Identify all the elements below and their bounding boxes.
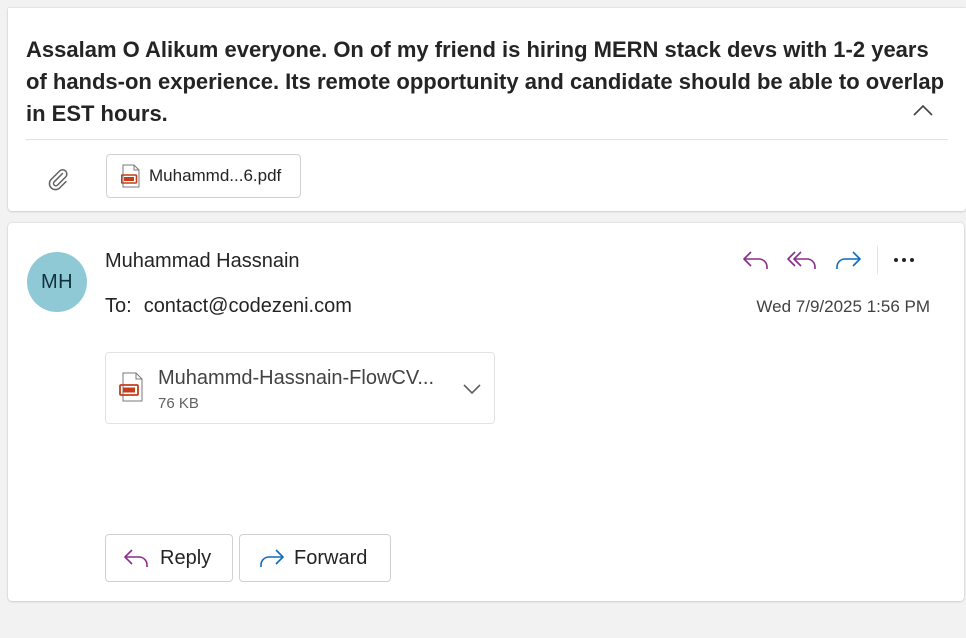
attachment-size: 76 KB (158, 395, 199, 412)
attachment-filename: Muhammd-Hassnain-FlowCV... (158, 367, 435, 389)
chevron-up-icon (913, 104, 933, 116)
recipient-line: To: contact@codezeni.com (105, 295, 352, 318)
attachment-chip[interactable]: Muhammd...6.pdf (106, 154, 301, 198)
reply-button-label: Reply (160, 546, 212, 569)
reply-all-icon-button[interactable] (779, 243, 825, 277)
attachment-chip-filename: Muhammd...6.pdf (149, 166, 282, 185)
avatar[interactable]: MH (27, 252, 87, 312)
forward-icon (836, 251, 861, 269)
reply-icon (743, 251, 768, 269)
recipient-address[interactable]: contact@codezeni.com (144, 295, 352, 318)
reply-all-icon (787, 251, 816, 269)
reply-icon-button[interactable] (733, 243, 779, 277)
more-actions-button[interactable] (884, 243, 924, 277)
forward-button-label: Forward (294, 546, 368, 569)
pdf-file-icon (119, 372, 143, 402)
message-card: MH Muhammad Hassnain To: contact@codezen… (8, 223, 964, 601)
reply-button[interactable]: Reply (105, 534, 233, 582)
collapse-button[interactable] (908, 95, 938, 125)
message-timestamp: Wed 7/9/2025 1:56 PM (756, 297, 930, 316)
attachment-options-button[interactable] (458, 375, 486, 403)
forward-icon-button[interactable] (825, 243, 871, 277)
forward-button[interactable]: Forward (239, 534, 391, 582)
message-subject: Assalam O Alikum everyone. On of my frie… (26, 37, 945, 126)
attachment-paperclip-icon (44, 165, 72, 193)
thread-header-card: Assalam O Alikum everyone. On of my frie… (8, 8, 966, 211)
message-actions-toolbar (733, 243, 924, 277)
reply-icon (124, 549, 148, 567)
forward-icon (260, 549, 284, 567)
chevron-down-icon (463, 384, 481, 394)
more-horizontal-icon (894, 258, 914, 262)
pdf-file-icon (121, 164, 140, 188)
attachment-card[interactable]: Muhammd-Hassnain-FlowCV... 76 KB (105, 352, 495, 424)
header-divider (26, 139, 948, 140)
to-label: To: (105, 295, 132, 317)
toolbar-divider (877, 246, 878, 274)
sender-name[interactable]: Muhammad Hassnain (105, 250, 300, 273)
